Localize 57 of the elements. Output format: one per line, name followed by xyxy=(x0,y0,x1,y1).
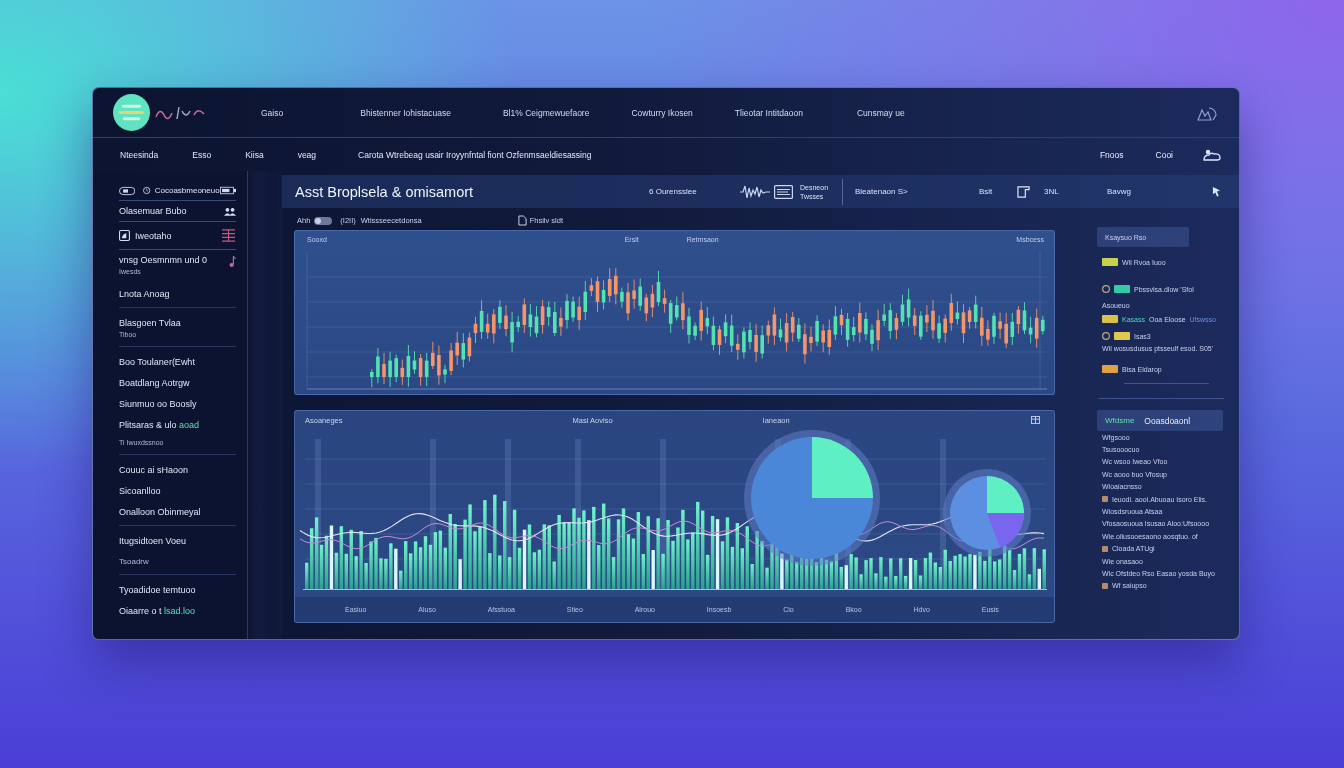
waveform-icon xyxy=(739,183,771,200)
nav-link[interactable]: Esso xyxy=(192,149,212,160)
section-label: Cocoasbmeoneuo xyxy=(154,186,220,195)
dashboard-title: Asst Broplsela & omisamort xyxy=(294,183,475,200)
switch-icon[interactable] xyxy=(119,185,136,196)
chart-icon[interactable] xyxy=(1197,104,1217,121)
battery-icon xyxy=(219,186,236,195)
people-icon xyxy=(224,206,236,216)
mode-label[interactable]: Bsit xyxy=(974,187,1014,196)
sidebar-item[interactable]: Onalloon Obinmeyal xyxy=(119,501,236,522)
unit-label: 3NL xyxy=(1043,187,1060,196)
card-title: Ooasdoaonl xyxy=(1144,415,1191,426)
header-link[interactable]: Fnoos xyxy=(1099,149,1124,160)
sidebar-item[interactable]: Sicoanlloo xyxy=(119,480,236,501)
nav-link[interactable]: Bl1% Ceigmewuefaore xyxy=(502,107,590,118)
ring-icon xyxy=(1102,332,1110,340)
ring-icon xyxy=(1102,285,1110,293)
nav-link[interactable]: Tlieotar Intitdaoon xyxy=(734,107,803,118)
toggle-switch[interactable] xyxy=(314,216,333,225)
image-icon xyxy=(119,230,130,241)
bullet-icon xyxy=(1102,545,1108,552)
logo-icon xyxy=(113,94,150,131)
bullet-icon xyxy=(1102,582,1108,589)
nav-link[interactable]: Kiisa xyxy=(245,149,264,160)
pointer-icon[interactable] xyxy=(1212,186,1221,197)
sidebar-item[interactable]: Oiaarre o t lsad.loo xyxy=(119,600,236,621)
page-headline: Carota Wtrebeag usair Iroyynfntal fiont Ozfenmsaeldiesassing xyxy=(358,149,592,160)
cloud-icon[interactable] xyxy=(1203,148,1221,161)
panel-icon[interactable] xyxy=(1017,185,1030,198)
sidebar-item[interactable]: Couuc ai sHaoon xyxy=(119,459,236,480)
nav-link[interactable]: veag xyxy=(297,149,317,160)
sidebar-item[interactable]: Iweotaho xyxy=(119,222,236,250)
filter-label[interactable]: 6 Ourensslee xyxy=(639,187,734,196)
grid-icon xyxy=(221,229,236,242)
sidebar-item[interactable]: Boatdlang Aotrgw xyxy=(119,372,236,393)
sidebar-item[interactable]: Siunmuo oo Boosly xyxy=(119,393,236,414)
nav-link[interactable]: Gaiso xyxy=(261,107,284,118)
table-icon[interactable] xyxy=(1031,416,1040,424)
user-label[interactable]: Bavwg xyxy=(1099,187,1204,196)
monitor-icon xyxy=(774,184,793,199)
clock-icon xyxy=(143,186,151,195)
sidebar-item[interactable]: Olasemuar Bubo xyxy=(119,201,236,222)
range-label[interactable]: Bleatenaon S> xyxy=(851,187,974,196)
nav-link[interactable]: Bhistenner Iohistacuase xyxy=(360,107,451,118)
nav-link[interactable]: Cowturry Ikosen xyxy=(631,107,693,118)
status-label: Wfdsme xyxy=(1105,416,1135,425)
nav-link[interactable]: Nteesinda xyxy=(120,149,159,160)
sidebar-item[interactable]: Lnota Anoag xyxy=(119,283,236,304)
bullet-icon xyxy=(1102,496,1108,503)
sidebar-item[interactable]: Tyoadidoe temtuoo xyxy=(119,579,236,600)
sidebar-item[interactable]: Boo Toulaner(Ewht xyxy=(119,351,236,372)
squiggle-icon xyxy=(155,104,205,121)
music-note-icon xyxy=(229,255,236,268)
header-link[interactable]: Cooi xyxy=(1155,149,1173,160)
document-icon xyxy=(517,215,527,226)
sidebar-item[interactable]: Itugsidtoen Voeu Tsoadrw xyxy=(119,530,236,571)
nav-link[interactable]: Cunsmay ue xyxy=(856,107,905,118)
